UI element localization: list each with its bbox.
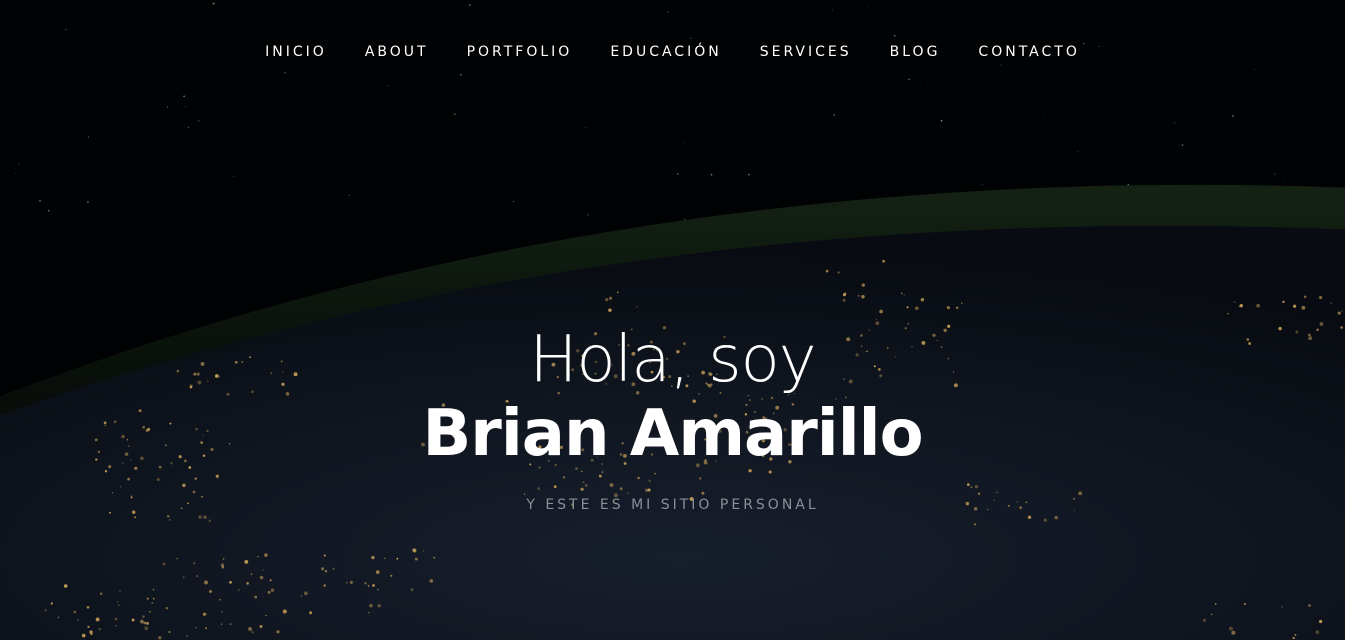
hero-greeting: Hola, soy bbox=[529, 323, 816, 397]
hero-name: Brian Amarillo bbox=[422, 397, 923, 471]
hero-section: INICIO ABOUT PORTFOLIO EDUCACIÓN SERVICE… bbox=[0, 0, 1345, 640]
nav-item-about[interactable]: ABOUT bbox=[365, 44, 429, 60]
nav-item-portfolio[interactable]: PORTFOLIO bbox=[467, 44, 573, 60]
nav-item-services[interactable]: SERVICES bbox=[760, 44, 852, 60]
hero-content: Hola, soy Brian Amarillo Y ESTE ES MI SI… bbox=[0, 322, 1345, 513]
nav-item-educacion[interactable]: EDUCACIÓN bbox=[610, 44, 721, 60]
earth-at-night-background bbox=[0, 0, 1345, 640]
nav-item-inicio[interactable]: INICIO bbox=[265, 44, 327, 60]
nav-item-blog[interactable]: BLOG bbox=[890, 44, 941, 60]
hero-tagline: Y ESTE ES MI SITIO PERSONAL bbox=[526, 497, 819, 513]
main-nav: INICIO ABOUT PORTFOLIO EDUCACIÓN SERVICE… bbox=[0, 40, 1345, 64]
nav-item-contacto[interactable]: CONTACTO bbox=[978, 44, 1079, 60]
